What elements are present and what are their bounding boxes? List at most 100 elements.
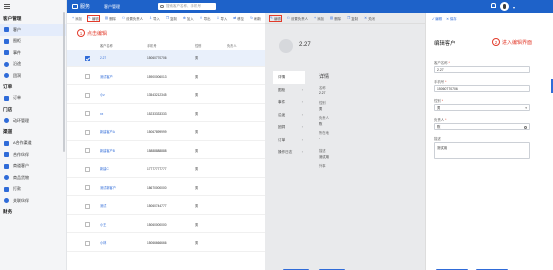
- sidebar-item-store[interactable]: 动环管理: [0, 115, 66, 127]
- phone-cell: 15067899999: [147, 130, 167, 134]
- join-button[interactable]: ⊕ 加入: [183, 16, 194, 21]
- detail-toolbar: ✎ 编辑 ⚇ 设置负责人 + 添加 ▥ 删除 ❐ 复制 ✕ 关闭: [265, 13, 425, 24]
- tab-event[interactable]: 事件 ›: [273, 96, 305, 109]
- sidebar-item-route[interactable]: 沿途: [0, 59, 66, 71]
- row-checkbox[interactable]: [85, 240, 90, 246]
- description-label: 描述: [434, 137, 441, 141]
- table-row[interactable]: 小王 15060000000 男: [67, 217, 265, 234]
- customer-name: 2.27: [299, 42, 311, 48]
- add-button[interactable]: + 添加: [72, 16, 82, 21]
- search-input[interactable]: 搜索客户名称、手机号: [158, 3, 216, 10]
- column-header[interactable]: 手机号: [147, 42, 157, 50]
- table-row[interactable]: xx 15233333333 男: [67, 106, 265, 123]
- sidebar-item-channel-a[interactable]: A合作渠道: [0, 138, 66, 150]
- sidebar-item-event[interactable]: 事件: [0, 47, 66, 59]
- channel-icon: [4, 140, 9, 146]
- detail-close-label: 关闭: [368, 16, 375, 21]
- refresh-button[interactable]: ↻ 刷新: [250, 16, 261, 21]
- customer-name-link[interactable]: 新建客户A: [100, 124, 115, 141]
- table-row[interactable]: 小林 15066666666 男: [67, 235, 265, 252]
- tab-team[interactable]: 团洞 ›: [273, 121, 305, 134]
- detail-close-button[interactable]: ✕ 关闭: [364, 16, 375, 21]
- sidebar-item-partner[interactable]: 合作伙伴: [0, 149, 66, 161]
- row-checkbox[interactable]: [85, 74, 90, 79]
- customer-name-link[interactable]: 小z: [100, 87, 105, 104]
- sidebar-item-label: 商道客户: [13, 163, 29, 169]
- table-row[interactable]: 新建客户B 15888888888 男: [67, 143, 265, 160]
- copy-button[interactable]: ❐ 复制: [166, 16, 177, 21]
- detail-set-owner-button[interactable]: ⚇ 设置负责人: [287, 16, 308, 21]
- customer-name-link[interactable]: 新建客户B: [100, 143, 115, 160]
- move-button[interactable]: ⇄ 移至: [233, 16, 244, 21]
- customer-name-link[interactable]: 小王: [100, 217, 106, 234]
- tab-order[interactable]: 订单 ›: [273, 134, 305, 147]
- customer-name-link[interactable]: 测试新客户: [100, 180, 116, 197]
- sidebar-item-payment[interactable]: 打款: [0, 184, 66, 196]
- row-checkbox[interactable]: [85, 92, 90, 98]
- customer-name-link[interactable]: xx: [100, 106, 103, 123]
- column-header[interactable]: 客户名称: [100, 42, 113, 50]
- customer-name-link[interactable]: 2.27: [100, 50, 106, 67]
- table-row[interactable]: 测试新客户 18670000000 男: [67, 180, 265, 197]
- sidebar-item-channel-customer[interactable]: 商道客户: [0, 161, 66, 173]
- column-header[interactable]: 性别: [195, 42, 201, 50]
- sidebar-item-order[interactable]: 订单: [0, 93, 66, 105]
- set-owner-button[interactable]: ⚇ 设置负责人: [122, 16, 143, 21]
- customer-name-link[interactable]: 新建C: [100, 161, 109, 178]
- row-checkbox[interactable]: [85, 111, 90, 116]
- tab-detail[interactable]: 详情: [273, 71, 305, 84]
- gender-cell: 男: [195, 148, 199, 153]
- join-label: 加入: [186, 16, 194, 21]
- table-row[interactable]: 测试客户 15900006013 男: [67, 69, 265, 86]
- detail-edit-button[interactable]: ✎ 编辑: [268, 14, 283, 22]
- column-header[interactable]: 负责人: [227, 42, 237, 50]
- owner-lookup[interactable]: 陈: [434, 123, 530, 130]
- edit-link[interactable]: ✓ 编辑: [432, 16, 442, 21]
- detail-add-button[interactable]: + 添加: [314, 16, 324, 21]
- sidebar-item-customer[interactable]: 客户: [0, 24, 66, 36]
- menu-icon[interactable]: [4, 5, 10, 8]
- edit-button[interactable]: ✎ 编辑: [86, 14, 101, 22]
- sidebar-item-related[interactable]: 关联伙伴: [0, 195, 66, 207]
- customer-name-link[interactable]: 测试: [100, 198, 106, 215]
- sidebar-item-cabinet[interactable]: 图柜: [0, 36, 66, 48]
- gender-select[interactable]: 男 ▾: [434, 104, 530, 111]
- row-checkbox[interactable]: [85, 148, 90, 153]
- bell-icon[interactable]: [491, 3, 496, 8]
- sidebar-scrollbar[interactable]: [63, 12, 65, 152]
- row-checkbox[interactable]: [85, 166, 90, 172]
- plus-icon: +: [313, 16, 317, 20]
- row-checkbox[interactable]: [85, 203, 90, 209]
- section-title: 详情: [319, 74, 330, 80]
- customer-name-field[interactable]: 2.27: [434, 66, 530, 73]
- avatar[interactable]: [500, 2, 509, 11]
- save-link[interactable]: ✕ 保存: [446, 16, 457, 21]
- import-button[interactable]: ⇩ 导入: [149, 16, 160, 21]
- table-row[interactable]: 新建客户A 15067899999 男: [67, 124, 265, 141]
- row-checkbox[interactable]: [85, 55, 90, 61]
- tab-log[interactable]: 操作日志 ›: [273, 146, 305, 159]
- phone-field[interactable]: 15060770706: [434, 85, 530, 92]
- table-row[interactable]: 测试 15060744777 男: [67, 198, 265, 215]
- import2-button[interactable]: ⇩ 导入: [216, 16, 227, 21]
- table-row[interactable]: 2.27 15060770706 男: [67, 50, 265, 67]
- description-textarea[interactable]: 测试用: [434, 142, 530, 159]
- tab-route[interactable]: 沿途 ›: [273, 109, 305, 122]
- delete-button[interactable]: ▥ 删除: [105, 16, 116, 21]
- export-button[interactable]: ⇧ 导出: [200, 16, 211, 21]
- customer-name-link[interactable]: 小林: [100, 235, 106, 252]
- row-checkbox[interactable]: [85, 129, 90, 135]
- table-row[interactable]: 新建C 17777777777 男: [67, 161, 265, 178]
- chevron-down-icon[interactable]: ▾: [513, 5, 515, 10]
- sidebar-item-goods[interactable]: 商品货物: [0, 172, 66, 184]
- check-icon: ✓: [432, 17, 435, 21]
- row-checkbox[interactable]: [85, 185, 90, 190]
- chevron-right-icon: ›: [301, 100, 303, 104]
- detail-copy-button[interactable]: ❐ 复制: [347, 16, 358, 21]
- tab-cabinet[interactable]: 图柜 ›: [273, 84, 305, 97]
- customer-name-link[interactable]: 测试客户: [100, 69, 113, 86]
- table-row[interactable]: 小z 13543212345 男: [67, 87, 265, 104]
- sidebar-item-team[interactable]: 团洞: [0, 70, 66, 82]
- row-checkbox[interactable]: [85, 222, 90, 227]
- detail-delete-button[interactable]: ▥ 删除: [330, 16, 341, 21]
